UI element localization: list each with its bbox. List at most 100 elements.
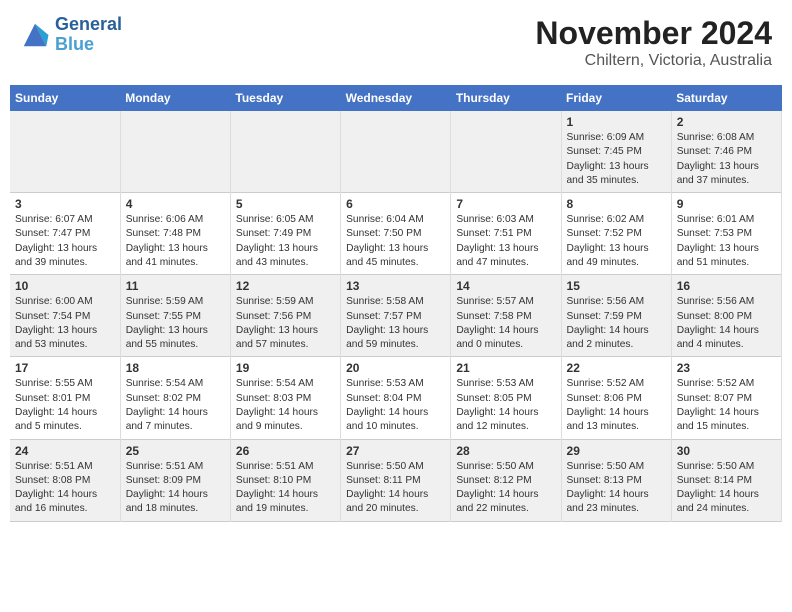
calendar-cell: 18 Sunrise: 5:54 AM Sunset: 8:02 PM Dayli… [120,357,230,439]
calendar-cell: 15 Sunrise: 5:56 AM Sunset: 7:59 PM Dayli… [561,275,671,357]
weekday-header: Wednesday [341,85,451,111]
day-info: Sunrise: 6:01 AM Sunset: 7:53 PM Dayligh… [677,213,776,270]
calendar-cell: 10 Sunrise: 6:00 AM Sunset: 7:54 PM Dayli… [10,275,120,357]
calendar-cell [120,111,230,193]
day-number: 27 [346,444,445,458]
calendar-cell: 8Sunrise: 6:02 AM Sunset: 7:52 PM Daylig… [561,193,671,275]
day-info: Sunrise: 5:51 AM Sunset: 8:09 PM Dayligh… [126,460,225,517]
day-number: 28 [456,444,555,458]
calendar-cell: 28 Sunrise: 5:50 AM Sunset: 8:12 PM Dayli… [451,439,561,521]
day-info: Sunrise: 5:50 AM Sunset: 8:11 PM Dayligh… [346,460,445,517]
calendar-cell: 22 Sunrise: 5:52 AM Sunset: 8:06 PM Dayli… [561,357,671,439]
day-info: Sunrise: 5:57 AM Sunset: 7:58 PM Dayligh… [456,295,555,352]
weekday-header: Tuesday [230,85,340,111]
day-number: 24 [15,444,115,458]
day-number: 17 [15,361,115,375]
calendar-cell: 5 Sunrise: 6:05 AM Sunset: 7:49 PM Daylig… [230,193,340,275]
day-number: 20 [346,361,445,375]
day-number: 22 [567,361,666,375]
day-number: 6 [346,197,445,211]
weekday-header: Saturday [671,85,781,111]
day-number: 21 [456,361,555,375]
day-info: Sunrise: 5:56 AM Sunset: 7:59 PM Dayligh… [567,295,666,352]
calendar-cell: 24 Sunrise: 5:51 AM Sunset: 8:08 PM Dayli… [10,439,120,521]
day-info: Sunrise: 5:52 AM Sunset: 8:07 PM Dayligh… [677,377,776,434]
weekday-header: Sunday [10,85,120,111]
day-number: 19 [236,361,335,375]
weekday-header: Thursday [451,85,561,111]
calendar-cell: 7 Sunrise: 6:03 AM Sunset: 7:51 PM Daylig… [451,193,561,275]
day-info: Sunrise: 6:03 AM Sunset: 7:51 PM Dayligh… [456,213,555,270]
day-info: Sunrise: 5:54 AM Sunset: 8:02 PM Dayligh… [126,377,225,434]
day-info: Sunrise: 5:53 AM Sunset: 8:04 PM Dayligh… [346,377,445,434]
logo-text: General Blue [55,15,122,55]
day-info: Sunrise: 6:08 AM Sunset: 7:46 PM Dayligh… [677,131,776,188]
calendar-week-row: 10 Sunrise: 6:00 AM Sunset: 7:54 PM Dayli… [10,275,782,357]
day-number: 11 [126,279,225,293]
day-info: Sunrise: 5:50 AM Sunset: 8:13 PM Dayligh… [567,460,666,517]
page-header: General Blue November 2024 Chiltern, Vic… [10,10,782,75]
day-number: 5 [236,197,335,211]
calendar-cell: 25 Sunrise: 5:51 AM Sunset: 8:09 PM Dayli… [120,439,230,521]
weekday-header: Friday [561,85,671,111]
calendar-table: SundayMondayTuesdayWednesdayThursdayFrid… [10,85,782,522]
day-number: 7 [456,197,555,211]
month-title: November 2024 [535,15,772,52]
day-info: Sunrise: 6:05 AM Sunset: 7:49 PM Dayligh… [236,213,335,270]
location-subtitle: Chiltern, Victoria, Australia [535,52,772,70]
calendar-cell: 11 Sunrise: 5:59 AM Sunset: 7:55 PM Dayli… [120,275,230,357]
calendar-cell: 19Sunrise: 5:54 AM Sunset: 8:03 PM Dayli… [230,357,340,439]
calendar-cell: 20 Sunrise: 5:53 AM Sunset: 8:04 PM Dayli… [341,357,451,439]
day-info: Sunrise: 6:07 AM Sunset: 7:47 PM Dayligh… [15,213,115,270]
calendar-cell: 2 Sunrise: 6:08 AM Sunset: 7:46 PM Daylig… [671,111,781,193]
title-block: November 2024 Chiltern, Victoria, Austra… [535,15,772,70]
day-number: 3 [15,197,115,211]
calendar-cell: 3 Sunrise: 6:07 AM Sunset: 7:47 PM Daylig… [10,193,120,275]
logo-line2: Blue [55,35,122,55]
day-info: Sunrise: 5:50 AM Sunset: 8:14 PM Dayligh… [677,460,776,517]
calendar-week-row: 17 Sunrise: 5:55 AM Sunset: 8:01 PM Dayli… [10,357,782,439]
day-number: 18 [126,361,225,375]
day-info: Sunrise: 6:09 AM Sunset: 7:45 PM Dayligh… [567,131,666,188]
day-info: Sunrise: 6:00 AM Sunset: 7:54 PM Dayligh… [15,295,115,352]
calendar-cell: 23 Sunrise: 5:52 AM Sunset: 8:07 PM Dayli… [671,357,781,439]
calendar-week-row: 3 Sunrise: 6:07 AM Sunset: 7:47 PM Daylig… [10,193,782,275]
header-row: SundayMondayTuesdayWednesdayThursdayFrid… [10,85,782,111]
day-info: Sunrise: 6:06 AM Sunset: 7:48 PM Dayligh… [126,213,225,270]
weekday-header: Monday [120,85,230,111]
day-number: 10 [15,279,115,293]
day-info: Sunrise: 5:58 AM Sunset: 7:57 PM Dayligh… [346,295,445,352]
calendar-cell: 26Sunrise: 5:51 AM Sunset: 8:10 PM Dayli… [230,439,340,521]
day-number: 13 [346,279,445,293]
day-number: 25 [126,444,225,458]
day-info: Sunrise: 5:53 AM Sunset: 8:05 PM Dayligh… [456,377,555,434]
day-info: Sunrise: 5:52 AM Sunset: 8:06 PM Dayligh… [567,377,666,434]
day-number: 4 [126,197,225,211]
day-number: 9 [677,197,776,211]
day-info: Sunrise: 6:02 AM Sunset: 7:52 PM Dayligh… [567,213,666,270]
calendar-cell [451,111,561,193]
day-info: Sunrise: 5:51 AM Sunset: 8:10 PM Dayligh… [236,460,335,517]
calendar-week-row: 1 Sunrise: 6:09 AM Sunset: 7:45 PM Daylig… [10,111,782,193]
day-number: 12 [236,279,335,293]
day-info: Sunrise: 5:50 AM Sunset: 8:12 PM Dayligh… [456,460,555,517]
day-number: 23 [677,361,776,375]
calendar-cell: 29Sunrise: 5:50 AM Sunset: 8:13 PM Dayli… [561,439,671,521]
calendar-cell: 12Sunrise: 5:59 AM Sunset: 7:56 PM Dayli… [230,275,340,357]
calendar-cell: 9 Sunrise: 6:01 AM Sunset: 7:53 PM Daylig… [671,193,781,275]
calendar-header: SundayMondayTuesdayWednesdayThursdayFrid… [10,85,782,111]
logo-icon [20,20,50,50]
day-info: Sunrise: 5:55 AM Sunset: 8:01 PM Dayligh… [15,377,115,434]
calendar-cell: 4 Sunrise: 6:06 AM Sunset: 7:48 PM Daylig… [120,193,230,275]
day-number: 1 [567,115,666,129]
day-info: Sunrise: 5:51 AM Sunset: 8:08 PM Dayligh… [15,460,115,517]
day-number: 2 [677,115,776,129]
logo-line1: General [55,15,122,35]
calendar-body: 1 Sunrise: 6:09 AM Sunset: 7:45 PM Daylig… [10,111,782,521]
calendar-cell: 27 Sunrise: 5:50 AM Sunset: 8:11 PM Dayli… [341,439,451,521]
calendar-cell [10,111,120,193]
day-number: 15 [567,279,666,293]
day-info: Sunrise: 5:59 AM Sunset: 7:55 PM Dayligh… [126,295,225,352]
logo: General Blue [20,15,122,55]
day-info: Sunrise: 6:04 AM Sunset: 7:50 PM Dayligh… [346,213,445,270]
